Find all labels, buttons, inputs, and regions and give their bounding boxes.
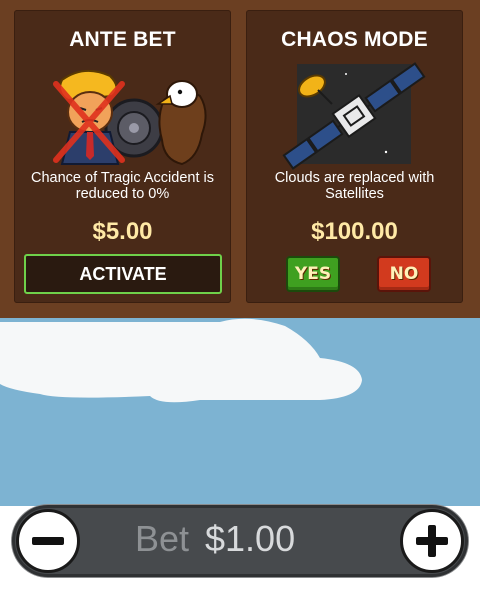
crossed-out-president-icon (53, 69, 207, 166)
ante-bet-card: ANTE BET Chance of Tragic Accident is re… (14, 10, 231, 303)
bet-amount: $1.00 (205, 518, 296, 559)
activate-button[interactable]: ACTIVATE (24, 254, 222, 294)
satellite-icon (282, 62, 426, 170)
plus-icon (416, 525, 448, 557)
chaos-mode-description: Clouds are replaced with Satellites (274, 170, 435, 202)
ante-bet-description: Chance of Tragic Accident is reduced to … (31, 170, 214, 202)
chaos-mode-title: CHAOS MODE (281, 28, 428, 51)
chaos-mode-card: CHAOS MODE Clouds are replaced with Sate… (246, 10, 463, 303)
ante-bet-price: $5.00 (92, 218, 153, 245)
chaos-mode-price: $100.00 (311, 218, 398, 245)
increase-bet-button[interactable] (400, 509, 464, 573)
ante-bet-title: ANTE BET (69, 28, 176, 51)
decrease-bet-button[interactable] (16, 509, 80, 573)
bet-label: Bet (135, 518, 190, 559)
minus-icon (32, 537, 64, 545)
yes-button[interactable]: YES (286, 256, 340, 292)
no-button[interactable]: NO (377, 256, 431, 292)
cloud (0, 318, 362, 403)
